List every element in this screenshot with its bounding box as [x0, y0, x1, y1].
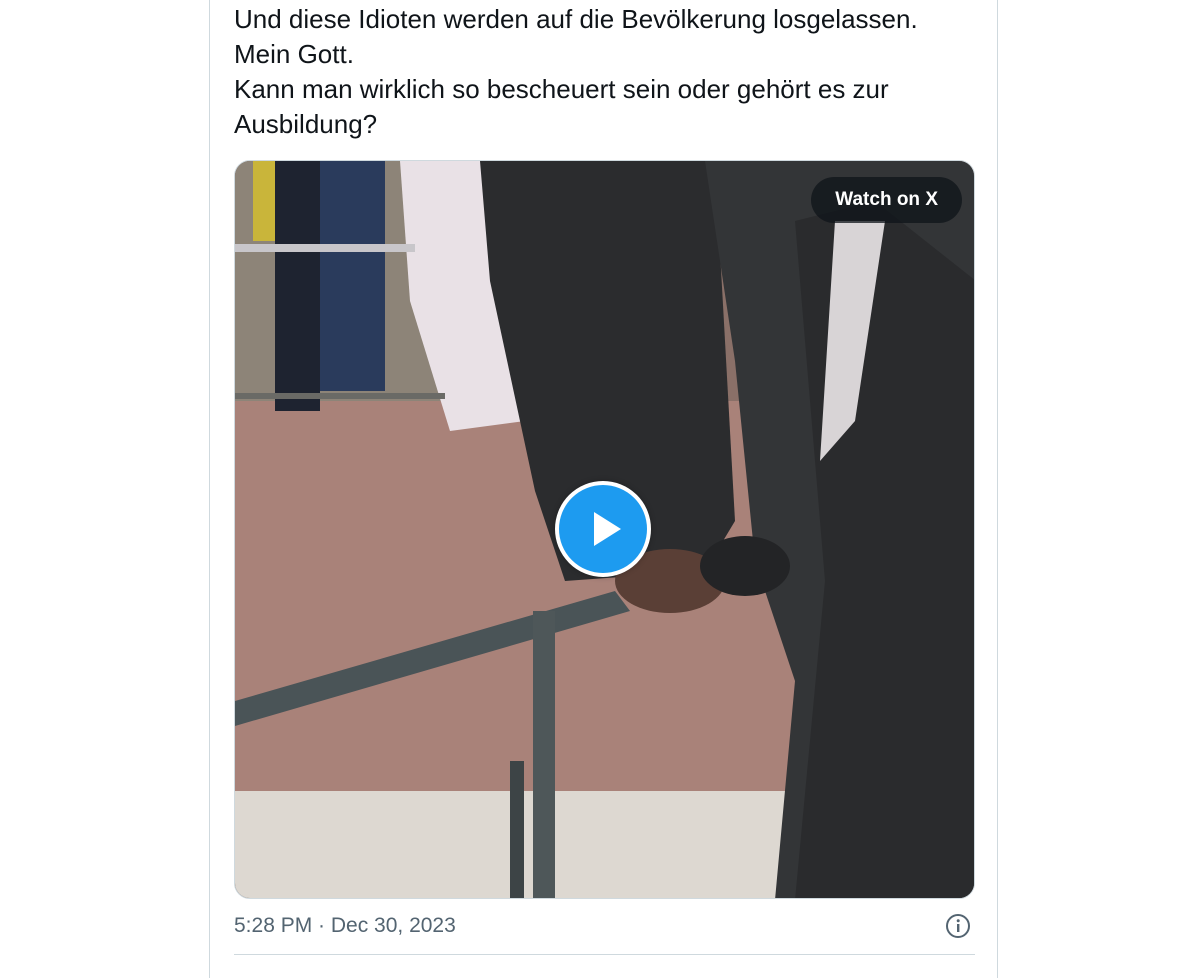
- tweet-text-line: Kann man wirklich so bescheuert sein ode…: [234, 74, 889, 104]
- info-icon[interactable]: [945, 913, 971, 939]
- divider: [234, 954, 975, 955]
- tweet-text-line: Mein Gott.: [234, 39, 354, 69]
- tweet-text-line: Ausbildung?: [234, 109, 378, 139]
- tweet-text-line: Und diese Idioten werden auf die Bevölke…: [234, 4, 918, 34]
- tweet-timestamp[interactable]: 5:28 PM · Dec 30, 2023: [234, 912, 456, 940]
- play-icon: [594, 512, 621, 546]
- tweet-text: Und diese Idioten werden auf die Bevölke…: [234, 2, 979, 142]
- video-player[interactable]: Watch on X: [234, 160, 975, 899]
- watch-on-x-button[interactable]: Watch on X: [811, 177, 962, 223]
- tweet-card: Und diese Idioten werden auf die Bevölke…: [209, 0, 998, 978]
- play-button[interactable]: [555, 481, 651, 577]
